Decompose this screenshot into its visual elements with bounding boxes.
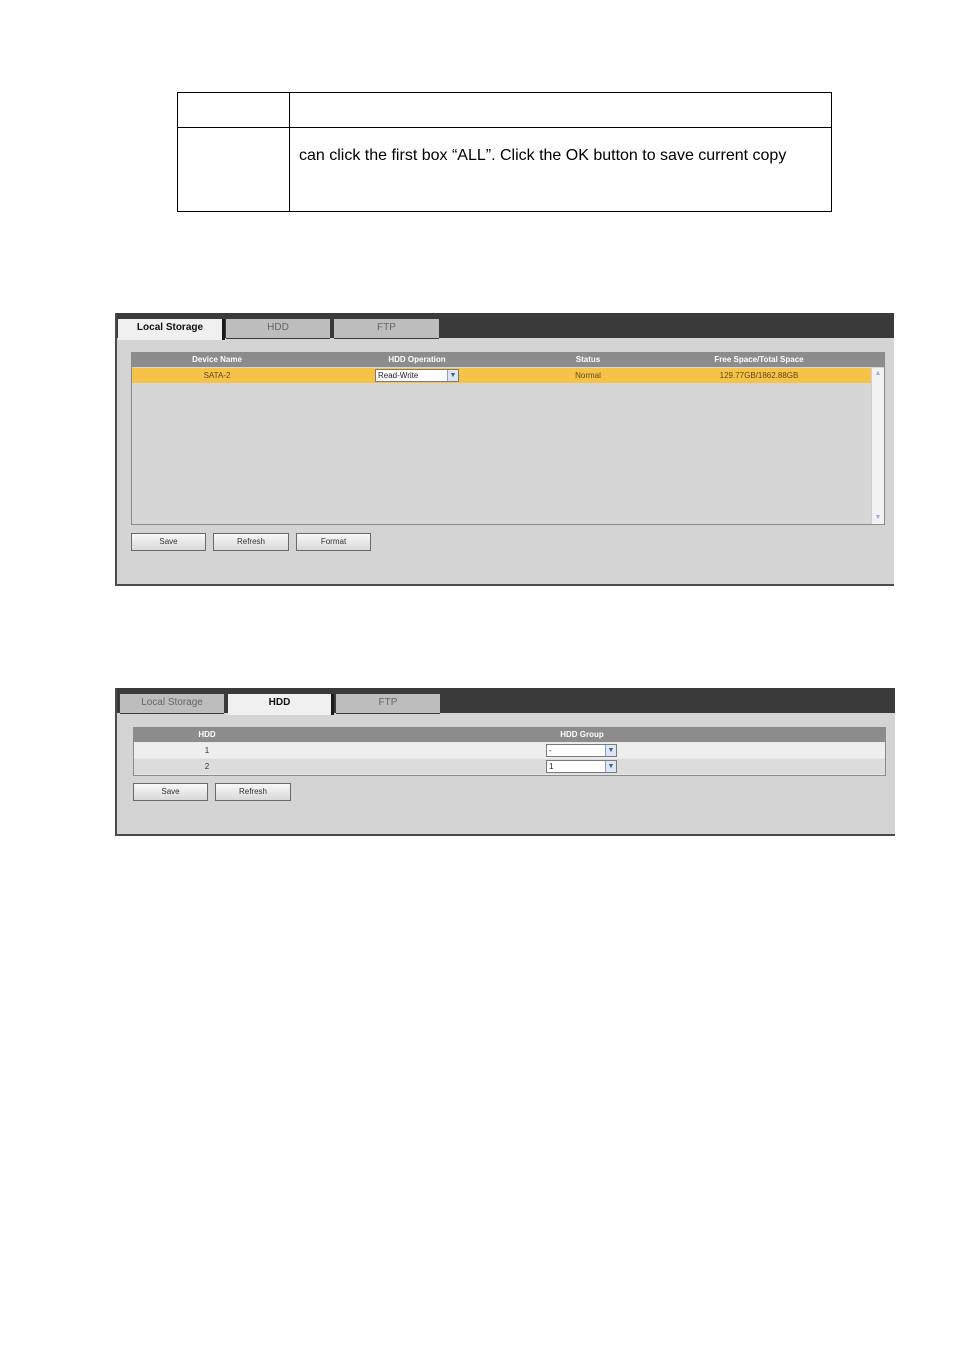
status-cell: Normal	[575, 371, 601, 380]
chevron-down-icon[interactable]: ▼	[447, 370, 458, 381]
hdd-group-select[interactable]: 1 ▼	[546, 760, 617, 773]
column-hdd-group: HDD Group	[560, 730, 604, 739]
tab-hdd[interactable]: HDD	[226, 319, 330, 339]
save-button[interactable]: Save	[131, 533, 206, 551]
document-table-cell-text: can click the first box “ALL”. Click the…	[299, 147, 787, 164]
table-row[interactable]: 2 1 ▼	[134, 759, 885, 774]
tab-ftp[interactable]: FTP	[334, 319, 439, 339]
tab-hdd[interactable]: HDD	[228, 694, 334, 715]
document-table-header-row	[178, 93, 831, 128]
local-storage-panel: Local Storage HDD FTP Device Name HDD Op…	[115, 313, 894, 586]
hdd-panel: Local Storage HDD FTP HDD HDD Group 1 - …	[115, 688, 895, 836]
column-hdd-operation: HDD Operation	[388, 355, 446, 364]
space-cell: 129.77GB/1862.88GB	[719, 371, 799, 380]
scroll-down-icon[interactable]: ▼	[873, 513, 883, 523]
column-free-total-space: Free Space/Total Space	[714, 355, 804, 364]
chevron-down-icon[interactable]: ▼	[605, 745, 616, 756]
hdd-group-select[interactable]: - ▼	[546, 744, 617, 757]
column-device-name: Device Name	[192, 355, 242, 364]
document-table-divider	[289, 93, 290, 211]
scroll-up-icon[interactable]: ▲	[873, 369, 883, 379]
hdd-group-table-header: HDD HDD Group	[134, 728, 885, 742]
hdd-number-cell: 1	[204, 746, 210, 755]
device-name-cell: SATA-2	[203, 371, 231, 380]
column-status: Status	[575, 355, 601, 364]
table-row[interactable]: SATA-2 Read-Write ▼ Normal 129.77GB/1862…	[132, 368, 872, 383]
device-table: Device Name HDD Operation Status Free Sp…	[131, 352, 885, 525]
device-table-header: Device Name HDD Operation Status Free Sp…	[132, 353, 884, 367]
hdd-group-table: HDD HDD Group 1 - ▼ 2 1 ▼	[133, 727, 886, 776]
tab-local-storage[interactable]: Local Storage	[118, 319, 225, 340]
document-table: can click the first box “ALL”. Click the…	[177, 92, 832, 212]
refresh-button[interactable]: Refresh	[215, 783, 291, 801]
tab-ftp[interactable]: FTP	[336, 694, 440, 714]
chevron-down-icon[interactable]: ▼	[605, 761, 616, 772]
refresh-button[interactable]: Refresh	[213, 533, 289, 551]
hdd-operation-select[interactable]: Read-Write ▼	[375, 369, 459, 382]
save-button[interactable]: Save	[133, 783, 208, 801]
table-scrollbar[interactable]: ▲ ▼	[871, 368, 884, 524]
column-hdd: HDD	[198, 730, 216, 739]
table-row[interactable]: 1 - ▼	[134, 743, 885, 758]
format-button[interactable]: Format	[296, 533, 371, 551]
hdd-number-cell: 2	[204, 762, 210, 771]
tab-local-storage[interactable]: Local Storage	[120, 694, 224, 714]
